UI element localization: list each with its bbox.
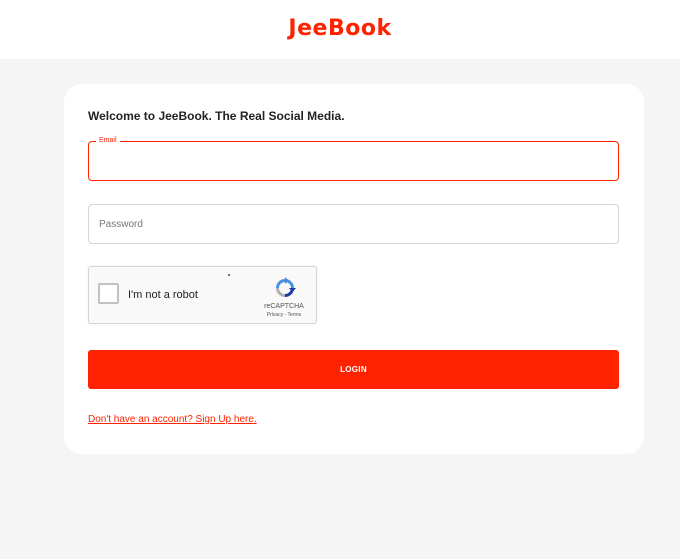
app-logo[interactable]: JeeBook: [288, 16, 391, 41]
password-input[interactable]: [89, 205, 618, 243]
email-input[interactable]: [89, 142, 618, 180]
recaptcha-widget: I'm not a robot reCAPTCHA Privacy - Term…: [88, 266, 317, 324]
recaptcha-label: I'm not a robot: [128, 289, 198, 301]
signup-link[interactable]: Don't have an account? Sign Up here.: [88, 414, 257, 425]
recaptcha-checkbox[interactable]: [98, 283, 119, 304]
email-field[interactable]: Email: [88, 136, 619, 181]
recaptcha-loading-dot: [228, 274, 230, 276]
login-card: Welcome to JeeBook. The Real Social Medi…: [64, 84, 644, 454]
recaptcha-privacy-terms[interactable]: Privacy - Terms: [249, 312, 319, 318]
recaptcha-icon: [276, 277, 296, 297]
recaptcha-brand: reCAPTCHA: [264, 303, 304, 310]
password-field[interactable]: [88, 204, 619, 244]
top-bar: JeeBook: [0, 0, 680, 59]
login-button[interactable]: LOGIN: [88, 350, 619, 389]
welcome-heading: Welcome to JeeBook. The Real Social Medi…: [88, 109, 345, 123]
